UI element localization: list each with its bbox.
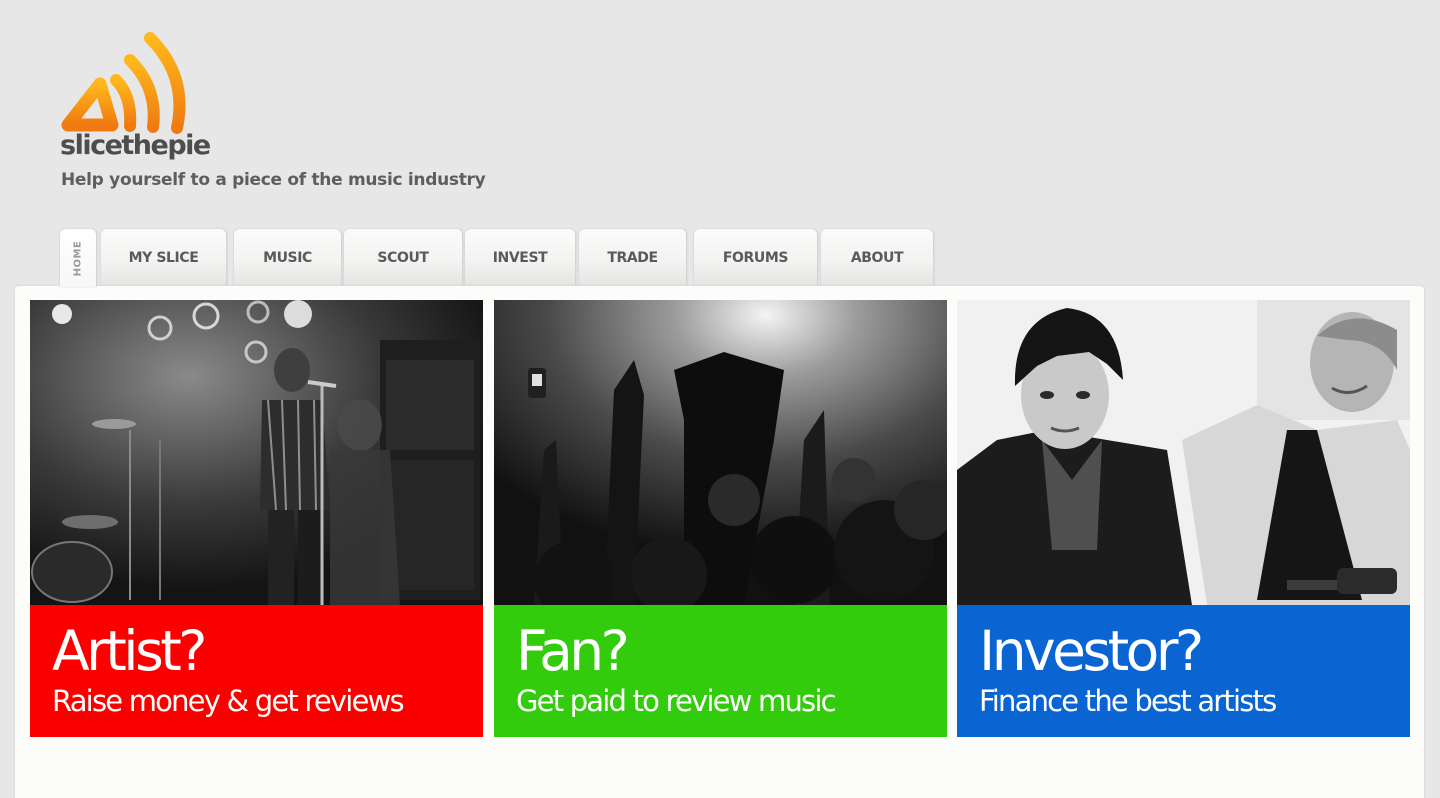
tab-trade[interactable]: TRADE <box>579 229 686 286</box>
slice-logo-icon <box>61 32 186 134</box>
tagline: Help yourself to a piece of the music in… <box>61 170 486 190</box>
tab-label: MY SLICE <box>128 249 199 266</box>
investor-banner: Investor? Finance the best artists <box>957 605 1410 737</box>
artist-banner: Artist? Raise money & get reviews <box>30 605 483 737</box>
tab-my-slice[interactable]: MY SLICE <box>101 229 226 286</box>
two-men-portrait-photo <box>957 300 1410 605</box>
main-panel: Artist? Raise money & get reviews Fan? G… <box>15 286 1424 798</box>
investor-card[interactable]: Investor? Finance the best artists <box>957 300 1410 737</box>
tab-label: INVEST <box>492 249 548 266</box>
fan-title: Fan? <box>516 619 630 683</box>
artist-title: Artist? <box>52 619 208 683</box>
tab-label: FORUMS <box>722 249 789 266</box>
investor-subtitle: Finance the best artists <box>979 684 1277 718</box>
fan-banner: Fan? Get paid to review music <box>494 605 947 737</box>
tab-scout[interactable]: SCOUT <box>344 229 462 286</box>
tab-music[interactable]: MUSIC <box>234 229 341 286</box>
brand-name: slicethepie <box>60 130 211 161</box>
tab-about[interactable]: ABOUT <box>821 229 933 286</box>
tab-label: SCOUT <box>377 249 429 266</box>
artist-subtitle: Raise money & get reviews <box>52 684 405 718</box>
tab-home[interactable]: HOME <box>60 229 96 287</box>
tab-label: MUSIC <box>263 249 312 266</box>
header-logo[interactable]: slicethepie Help yourself to a piece of … <box>60 30 520 200</box>
tab-label: ABOUT <box>850 249 904 266</box>
tab-home-label: HOME <box>72 240 84 276</box>
fan-card[interactable]: Fan? Get paid to review music <box>494 300 947 737</box>
tab-invest[interactable]: INVEST <box>465 229 575 286</box>
tab-forums[interactable]: FORUMS <box>694 229 817 286</box>
artist-card[interactable]: Artist? Raise money & get reviews <box>30 300 483 737</box>
investor-title: Investor? <box>979 619 1204 683</box>
concert-crowd-photo <box>494 300 947 605</box>
page: slicethepie Help yourself to a piece of … <box>0 0 1440 798</box>
fan-subtitle: Get paid to review music <box>516 684 837 718</box>
band-on-stage-photo <box>30 300 483 605</box>
tab-label: TRADE <box>607 249 658 266</box>
